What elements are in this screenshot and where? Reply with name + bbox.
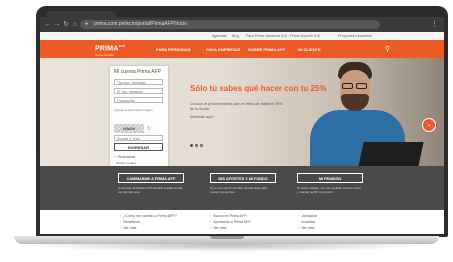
- menu-icon[interactable]: ⋮: [431, 20, 438, 28]
- list-item[interactable]: Ver más: [298, 225, 317, 231]
- hero-banner: Mi cuenta Prima AFP Tipo doc. identidad …: [40, 58, 444, 176]
- lock-icon: ●: [85, 21, 89, 27]
- carousel-dot[interactable]: [200, 144, 203, 147]
- login-title: Mi cuenta Prima AFP: [114, 69, 161, 75]
- url-text: prima.com.pe/wcm/portal/PrimaAFP/Inicio: [94, 21, 188, 27]
- quick-link-card: MI PENSIÓN Si estás jubilado o te vas a …: [297, 173, 363, 203]
- quick-link-card: CAMBIARME A PRIMA AFP Si deseas cambiart…: [118, 173, 184, 203]
- nav-item-personas[interactable]: PARA PERSONAS: [156, 47, 190, 52]
- forgot-password-link[interactable]: Olvidé mi clave: [116, 161, 136, 165]
- card-description: Si deseas cambiarte a Prima AFP, puedes …: [118, 186, 183, 194]
- password-field[interactable]: Contraseña: [114, 97, 163, 103]
- nav-item-empresas[interactable]: PARA EMPRESAS: [206, 47, 240, 52]
- util-link-contact[interactable]: Para Prima: Asesoría 615 - Prima Soporte…: [246, 34, 320, 38]
- nav-item-sobre[interactable]: SOBRE PRIMA AFP: [248, 47, 285, 52]
- mi-pension-button[interactable]: MI PENSIÓN: [297, 173, 363, 183]
- captcha-input[interactable]: Escribe el texto: [114, 135, 163, 141]
- laptop-screen: ← → ↻ ⌂ ● prima.com.pe/wcm/portal/PrimaA…: [40, 10, 444, 234]
- carousel-dots: [190, 134, 205, 152]
- laptop-base: [14, 236, 439, 244]
- address-bar[interactable]: ● prima.com.pe/wcm/portal/PrimaAFP/Inici…: [80, 20, 380, 29]
- address-row: ← → ↻ ⌂ ● prima.com.pe/wcm/portal/PrimaA…: [40, 17, 444, 32]
- cambiarme-button[interactable]: CAMBIARME A PRIMA AFP: [118, 173, 184, 183]
- carousel-dot[interactable]: [195, 144, 198, 147]
- links-column: ¿Cómo me cambio a Prima AFP? Beneficios …: [120, 213, 177, 231]
- hero-subtext: Conoce el procedimiento para el retiro d…: [190, 102, 283, 111]
- list-item[interactable]: Ver más: [120, 225, 177, 231]
- doc-type-select[interactable]: Tipo doc. identidad: [114, 79, 163, 85]
- mis-aportes-button[interactable]: MIS APORTES Y MI FONDO: [210, 173, 276, 183]
- laptop-notch: [210, 236, 244, 239]
- doc-number-field[interactable]: N° doc. identidad: [114, 88, 163, 94]
- card-description: Si ya eres de Prima AFP, accede aquí par…: [210, 186, 268, 194]
- tab-bar: [40, 10, 444, 17]
- reload-icon[interactable]: ↻: [62, 21, 70, 29]
- util-link-faq[interactable]: Preguntas frecuentes: [338, 34, 372, 38]
- links-column: Nuevo en Prima AFP Aportando a Prima AFP…: [210, 213, 251, 231]
- forward-icon[interactable]: →: [53, 21, 61, 29]
- captcha-label: Ingresa el texto de la imagen: [114, 108, 153, 112]
- login-button[interactable]: INGRESAR: [114, 143, 163, 151]
- hero-info-link[interactable]: Infórmate aquí ›: [190, 115, 215, 119]
- remember-checkbox[interactable]: ☐ Recordarme: [114, 155, 135, 159]
- card-description: Si estás jubilado o te vas a jubilar, co…: [297, 186, 361, 194]
- list-item[interactable]: Ver más: [210, 225, 251, 231]
- util-link-agencias[interactable]: Agencias: [212, 34, 227, 38]
- quick-link-card: MIS APORTES Y MI FONDO Si ya eres de Pri…: [210, 173, 276, 203]
- login-box: Mi cuenta Prima AFP Tipo doc. identidad …: [110, 66, 168, 172]
- back-icon[interactable]: ←: [44, 21, 52, 29]
- carousel-dot[interactable]: [190, 144, 193, 147]
- captcha-image: r8h2rk: [114, 124, 144, 133]
- search-icon[interactable]: ⚲: [385, 45, 390, 53]
- glasses-icon: [342, 83, 369, 89]
- quick-links-band: CAMBIARME A PRIMA AFP Si deseas cambiart…: [40, 166, 444, 210]
- links-lists: ¿Cómo me cambio a Prima AFP? Beneficios …: [40, 210, 444, 234]
- prima-logo[interactable]: PRIMAAFP: [95, 44, 125, 52]
- home-icon[interactable]: ⌂: [71, 21, 79, 29]
- nav-item-mi-cliente[interactable]: MI CLIENTE: [298, 47, 321, 52]
- util-link-blog[interactable]: Blog: [232, 34, 239, 38]
- browser-chrome: ← → ↻ ⌂ ● prima.com.pe/wcm/portal/PrimaA…: [40, 10, 444, 32]
- main-nav: PRIMAAFP Grupo Crédito PARA PERSONAS PAR…: [40, 40, 444, 58]
- person-beard: [341, 94, 369, 111]
- scroll-down-icon[interactable]: ⌄: [422, 118, 436, 132]
- logo-subtitle: Grupo Crédito: [95, 53, 114, 57]
- refresh-icon[interactable]: ↻: [147, 126, 151, 132]
- utility-bar: Agencias Blog Para Prima: Asesoría 615 -…: [40, 32, 444, 40]
- hero-headline: Sólo tú sabes qué hacer con tu 25%: [190, 84, 327, 93]
- links-column: Jubilación Invalidez Ver más: [298, 213, 317, 231]
